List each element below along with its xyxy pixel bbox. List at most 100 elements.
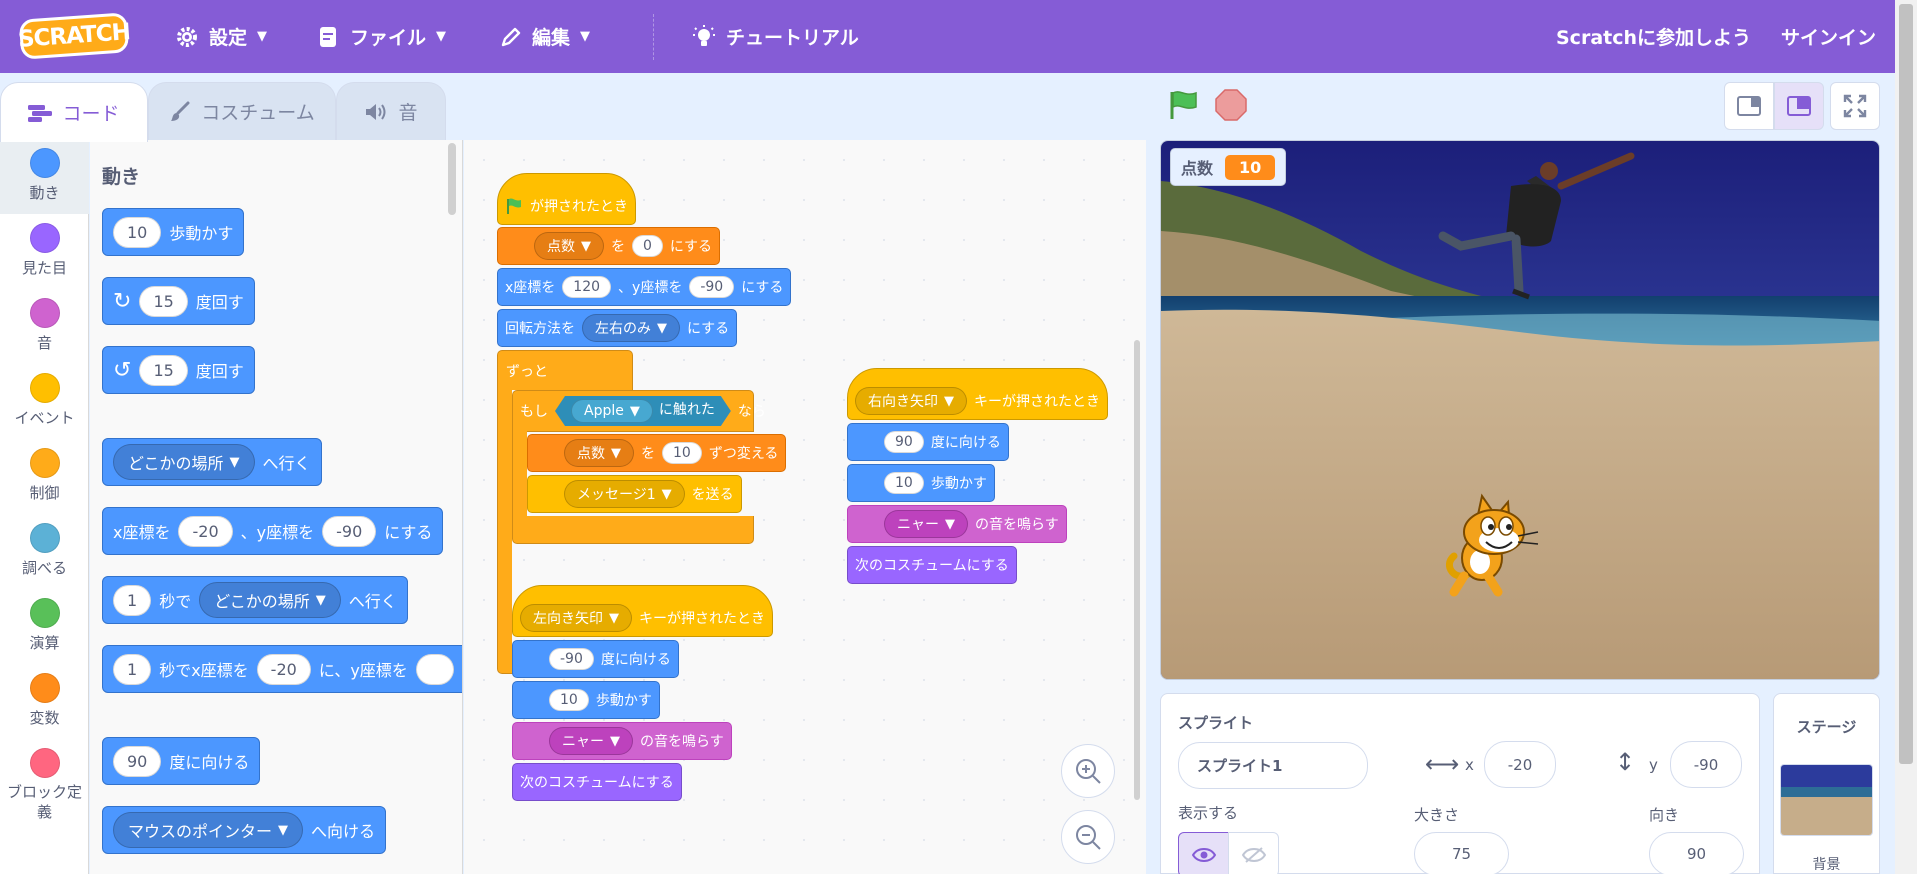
glide-target-dropdown[interactable]: どこかの場所 ▼ xyxy=(199,582,341,618)
file-menu[interactable]: ファイル ▼ xyxy=(318,0,446,73)
block-move-steps[interactable]: 10 歩動かす xyxy=(512,681,660,719)
rotation-style-dropdown[interactable]: 左右のみ ▼ xyxy=(582,314,680,342)
code-workspace[interactable]: が押されたとき 点数 ▼ を 0 にする x座標を 120 、y座標を -90 にする 回転方法… xyxy=(464,140,1146,874)
block-move-steps[interactable]: 10 歩動かす xyxy=(847,464,995,502)
direction-input[interactable]: 90 xyxy=(884,431,924,453)
small-stage-button[interactable] xyxy=(1724,82,1774,130)
block-point-direction[interactable]: -90 度に向ける xyxy=(512,640,679,678)
x-position-input[interactable]: -20 xyxy=(1484,741,1556,788)
y-input[interactable]: -90 xyxy=(689,276,735,298)
seconds-input[interactable]: 1 xyxy=(113,584,152,616)
steps-input[interactable]: 10 xyxy=(549,689,589,711)
message-dropdown[interactable]: メッセージ1 ▼ xyxy=(564,480,685,508)
category-my-blocks[interactable]: ブロック定義 xyxy=(0,740,89,840)
category-looks[interactable]: 見た目 xyxy=(0,215,89,289)
category-operators[interactable]: 演算 xyxy=(0,590,89,664)
edit-menu[interactable]: 編集 ▼ xyxy=(500,0,590,73)
stage-selector[interactable]: ステージ 背景 xyxy=(1773,693,1880,874)
block-goto-xy[interactable]: x座標を 120 、y座標を -90 にする xyxy=(497,268,792,306)
value-input[interactable]: 10 xyxy=(662,442,702,464)
block-turn-right[interactable]: ↻ 15 度回す xyxy=(102,277,255,325)
normal-stage-button[interactable] xyxy=(1774,82,1824,130)
block-play-sound[interactable]: ニャー ▼ の音を鳴らす xyxy=(847,505,1067,543)
block-forever[interactable]: ずっと xyxy=(497,350,633,390)
y-input[interactable]: -90 xyxy=(322,515,377,547)
category-variables[interactable]: 変数 xyxy=(0,665,89,739)
goto-target-dropdown[interactable]: どこかの場所 ▼ xyxy=(113,444,255,480)
sound-dropdown[interactable]: ニャー ▼ xyxy=(884,510,968,538)
block-when-flag-clicked[interactable]: が押されたとき xyxy=(497,173,636,225)
value-input[interactable]: 0 xyxy=(632,235,663,257)
y-position-input[interactable]: -90 xyxy=(1670,741,1742,788)
block-turn-left[interactable]: ↺ 15 度回す xyxy=(102,346,255,394)
hide-sprite-button[interactable] xyxy=(1228,832,1279,874)
category-control[interactable]: 制御 xyxy=(0,440,89,514)
backdrop-thumbnail[interactable] xyxy=(1780,764,1873,836)
x-input[interactable]: 120 xyxy=(562,276,612,298)
category-sound[interactable]: 音 xyxy=(0,290,89,364)
block-point-direction[interactable]: 90 度に向ける xyxy=(847,423,1009,461)
stop-button[interactable] xyxy=(1214,88,1248,126)
workspace-scrollbar[interactable] xyxy=(1134,340,1140,800)
block-point-towards[interactable]: マウスのポインター ▼ へ向ける xyxy=(102,806,387,854)
sound-dropdown[interactable]: ニャー ▼ xyxy=(549,727,633,755)
size-input[interactable]: 75 xyxy=(1414,832,1509,874)
touching-dropdown[interactable]: Apple ▼ xyxy=(571,399,653,423)
seconds-input[interactable]: 1 xyxy=(113,653,152,685)
zoom-in-button[interactable] xyxy=(1061,744,1115,798)
block-broadcast[interactable]: メッセージ1 ▼ を送る xyxy=(527,475,742,513)
variable-dropdown[interactable]: 点数 ▼ xyxy=(564,439,634,467)
block-text: 度に向ける xyxy=(169,753,250,772)
block-change-variable[interactable]: 点数 ▼ を 10 ずつ変える xyxy=(527,434,787,472)
block-play-sound[interactable]: ニャー ▼ の音を鳴らす xyxy=(512,722,732,760)
scrollbar-thumb[interactable] xyxy=(1899,4,1913,764)
settings-menu[interactable]: 設定 ▼ xyxy=(175,0,267,73)
touching-block[interactable]: Apple ▼ に触れた xyxy=(555,396,731,426)
block-glide-to[interactable]: 1 秒で どこかの場所 ▼ へ行く xyxy=(102,576,408,624)
block-move-steps[interactable]: 10 歩動かす xyxy=(102,208,245,256)
palette-scrollbar[interactable] xyxy=(448,143,456,215)
stage-canvas[interactable] xyxy=(1160,140,1880,680)
sprite-name-input[interactable]: スプライト1 xyxy=(1178,742,1368,789)
category-motion[interactable]: 動き xyxy=(0,140,89,214)
category-events[interactable]: イベント xyxy=(0,365,89,439)
tutorials-menu[interactable]: チュートリアル xyxy=(692,0,859,73)
steps-input[interactable]: 10 xyxy=(113,216,162,248)
degrees-input[interactable]: 15 xyxy=(139,285,188,317)
block-goto[interactable]: どこかの場所 ▼ へ行く xyxy=(102,438,322,486)
tab-sounds[interactable]: 音 xyxy=(336,82,446,140)
block-if[interactable]: もし Apple ▼ に触れた なら xyxy=(512,390,766,432)
zoom-out-button[interactable] xyxy=(1061,810,1115,864)
direction-input[interactable]: 90 xyxy=(113,745,162,777)
key-dropdown[interactable]: 右向き矢印 ▼ xyxy=(855,387,967,415)
y-input[interactable]: 0 xyxy=(415,653,454,685)
x-input[interactable]: -20 xyxy=(178,515,233,547)
block-set-rotation-style[interactable]: 回転方法を 左右のみ ▼ にする xyxy=(497,309,738,347)
sign-in-link[interactable]: サインイン xyxy=(1781,0,1876,73)
block-next-costume[interactable]: 次のコスチュームにする xyxy=(847,546,1017,584)
variable-dropdown[interactable]: 点数 ▼ xyxy=(534,232,604,260)
show-sprite-button[interactable] xyxy=(1178,832,1229,874)
direction-input[interactable]: -90 xyxy=(549,648,594,670)
x-input[interactable]: -20 xyxy=(256,653,311,685)
block-point-direction[interactable]: 90 度に向ける xyxy=(102,737,261,785)
fullscreen-button[interactable] xyxy=(1830,82,1880,130)
join-scratch-link[interactable]: Scratchに参加しよう xyxy=(1556,0,1751,73)
key-dropdown[interactable]: 左向き矢印 ▼ xyxy=(520,604,632,632)
tab-costumes[interactable]: コスチューム xyxy=(148,82,336,140)
scratch-logo[interactable]: SCRATCH xyxy=(17,12,131,60)
block-glide-xy[interactable]: 1 秒でx座標を -20 に、y座標を 0 xyxy=(102,645,462,693)
tab-code[interactable]: コード xyxy=(0,82,148,142)
direction-input[interactable]: 90 xyxy=(1649,832,1744,874)
point-towards-dropdown[interactable]: マウスのポインター ▼ xyxy=(113,812,304,848)
steps-input[interactable]: 10 xyxy=(884,472,924,494)
block-when-key-pressed[interactable]: 左向き矢印 ▼ キーが押されたとき xyxy=(512,585,773,637)
block-when-key-pressed[interactable]: 右向き矢印 ▼ キーが押されたとき xyxy=(847,368,1108,420)
block-set-xy[interactable]: x座標を -20 、y座標を -90 にする xyxy=(102,507,444,555)
green-flag-button[interactable] xyxy=(1166,88,1200,126)
degrees-input[interactable]: 15 xyxy=(139,354,188,386)
block-next-costume[interactable]: 次のコスチュームにする xyxy=(512,763,682,801)
category-sensing[interactable]: 調べる xyxy=(0,515,89,589)
block-set-variable[interactable]: 点数 ▼ を 0 にする xyxy=(497,227,721,265)
page-scrollbar[interactable] xyxy=(1895,0,1917,874)
